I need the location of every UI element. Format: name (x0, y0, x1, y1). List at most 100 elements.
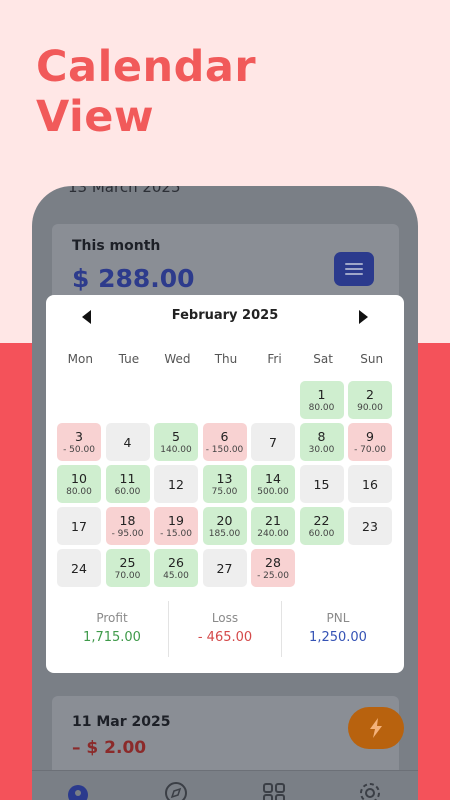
calendar-day-20[interactable]: 20 185.00 (202, 507, 247, 545)
calendar-day-25[interactable]: 25 70.00 (105, 549, 150, 587)
day-number: 4 (123, 434, 132, 450)
day-pnl-value: 80.00 (308, 402, 335, 413)
calendar-day-18[interactable]: 18- 95.00 (105, 507, 150, 545)
pnl-summary-col: PNL 1,250.00 (282, 601, 394, 657)
day-number: 10 (71, 470, 87, 486)
day-pnl-value: 70.00 (114, 570, 141, 581)
calendar-day-1[interactable]: 1 80.00 (299, 381, 344, 419)
day-number: 23 (362, 518, 378, 534)
calendar-day-12[interactable]: 12 (154, 465, 198, 503)
day-pnl-value: 60.00 (114, 486, 141, 497)
day-number: 8 (317, 428, 326, 444)
quick-action-button[interactable] (348, 707, 404, 749)
pnl-summary: Profit 1,715.00 Loss - 465.00 PNL 1,250.… (56, 601, 394, 657)
calendar-day-5[interactable]: 5 140.00 (154, 423, 198, 461)
calendar-day-21[interactable]: 21 240.00 (251, 507, 295, 545)
pnl-label: PNL (326, 611, 350, 625)
day-number: 14 (265, 470, 281, 486)
transaction-amount: – $ 2.00 (72, 738, 147, 758)
day-number: 28 (265, 554, 281, 570)
weekday-label: Mon (67, 352, 93, 366)
compass-icon[interactable] (163, 779, 189, 800)
day-pnl-value: 90.00 (357, 402, 383, 413)
day-number: 11 (119, 470, 136, 486)
calendar-modal: February 2025 Mon Tue Wed Thu Fri Sat Sun 1 80.… (46, 295, 404, 673)
weekday-label: Sun (360, 352, 384, 366)
day-pnl-value: 60.00 (308, 528, 335, 539)
calendar-day-23[interactable]: 23 (348, 507, 392, 545)
day-number: 17 (71, 518, 87, 534)
day-pnl-value: - 70.00 (354, 444, 386, 455)
day-number: 9 (366, 428, 374, 444)
calendar-day-14[interactable]: 14 500.00 (251, 465, 295, 503)
weekday-label: Thu (214, 352, 238, 366)
hero-title-line1: Calendar (36, 42, 257, 92)
calendar-blank-cell (203, 381, 247, 419)
calendar-day-16[interactable]: 16 (348, 465, 392, 503)
gear-icon[interactable] (357, 779, 383, 800)
calendar-blank-cell (154, 381, 198, 419)
calendar-day-26[interactable]: 26 45.00 (154, 549, 198, 587)
home-icon[interactable] (65, 779, 91, 800)
calendar-grid: 1 80.00 2 90.00 3- 50.00 4 5 140.00 6- 150.00 7 8 3… (57, 381, 393, 587)
day-number: 21 (265, 512, 281, 528)
month-label: This month (72, 238, 161, 254)
calendar-day-15[interactable]: 15 (299, 465, 344, 503)
day-pnl-value: - 50.00 (63, 444, 95, 455)
calendar-day-6[interactable]: 6- 150.00 (202, 423, 247, 461)
hamburger-icon (345, 263, 363, 275)
day-number: 22 (313, 512, 330, 528)
day-pnl-value: 500.00 (257, 486, 289, 497)
weekday-label: Tue (118, 352, 140, 366)
calendar-day-11[interactable]: 11 60.00 (105, 465, 150, 503)
day-number: 6 (220, 428, 229, 444)
day-pnl-value: - 15.00 (160, 528, 192, 539)
calendar-day-4[interactable]: 4 (105, 423, 150, 461)
menu-button[interactable] (334, 252, 374, 286)
day-number: 12 (168, 476, 184, 492)
calendar-day-7[interactable]: 7 (251, 423, 295, 461)
day-pnl-value: 140.00 (160, 444, 192, 455)
calendar-day-9[interactable]: 9- 70.00 (348, 423, 392, 461)
grid-icon[interactable] (261, 779, 287, 800)
calendar-day-8[interactable]: 8 30.00 (299, 423, 344, 461)
hero-title: Calendar View (36, 42, 256, 142)
calendar-day-10[interactable]: 10 80.00 (57, 465, 101, 503)
loss-value: - 465.00 (197, 630, 253, 645)
day-number: 26 (168, 554, 184, 570)
calendar-day-17[interactable]: 17 (57, 507, 101, 545)
day-number: 2 (366, 386, 374, 402)
loss-summary: Loss - 465.00 (169, 601, 282, 657)
day-number: 19 (168, 512, 184, 528)
calendar-day-2[interactable]: 2 90.00 (348, 381, 392, 419)
calendar-day-22[interactable]: 22 60.00 (299, 507, 344, 545)
calendar-day-24[interactable]: 24 (57, 549, 101, 587)
day-pnl-value: 45.00 (163, 570, 189, 581)
bottom-navigation (32, 770, 418, 800)
triangle-right-icon[interactable] (358, 309, 370, 325)
calendar-month-title: February 2025 (171, 308, 279, 323)
day-pnl-value: 185.00 (208, 528, 241, 539)
weekday-label: Sat (313, 352, 333, 366)
calendar-day-27[interactable]: 27 (202, 549, 247, 587)
pnl-value: 1,250.00 (309, 630, 367, 645)
calendar-blank-cell (106, 381, 150, 419)
day-pnl-value: - 150.00 (205, 444, 244, 455)
calendar-day-28[interactable]: 28- 25.00 (251, 549, 295, 587)
calendar-day-13[interactable]: 13 75.00 (202, 465, 247, 503)
calendar-day-3[interactable]: 3- 50.00 (57, 423, 101, 461)
transaction-date: 11 Mar 2025 (72, 714, 171, 730)
day-pnl-value: - 95.00 (111, 528, 144, 539)
day-number: 16 (362, 476, 378, 492)
calendar-blank-cell (57, 381, 101, 419)
day-number: 13 (216, 470, 233, 486)
calendar-day-19[interactable]: 19- 15.00 (154, 507, 198, 545)
day-pnl-value: 75.00 (211, 486, 238, 497)
day-number: 24 (71, 560, 87, 576)
month-amount: $ 288.00 (72, 264, 195, 293)
day-pnl-value: 80.00 (66, 486, 92, 497)
day-number: 27 (216, 560, 233, 576)
profit-value: 1,715.00 (83, 630, 141, 645)
lightning-icon (370, 718, 382, 738)
weekday-label: Fri (267, 352, 282, 366)
